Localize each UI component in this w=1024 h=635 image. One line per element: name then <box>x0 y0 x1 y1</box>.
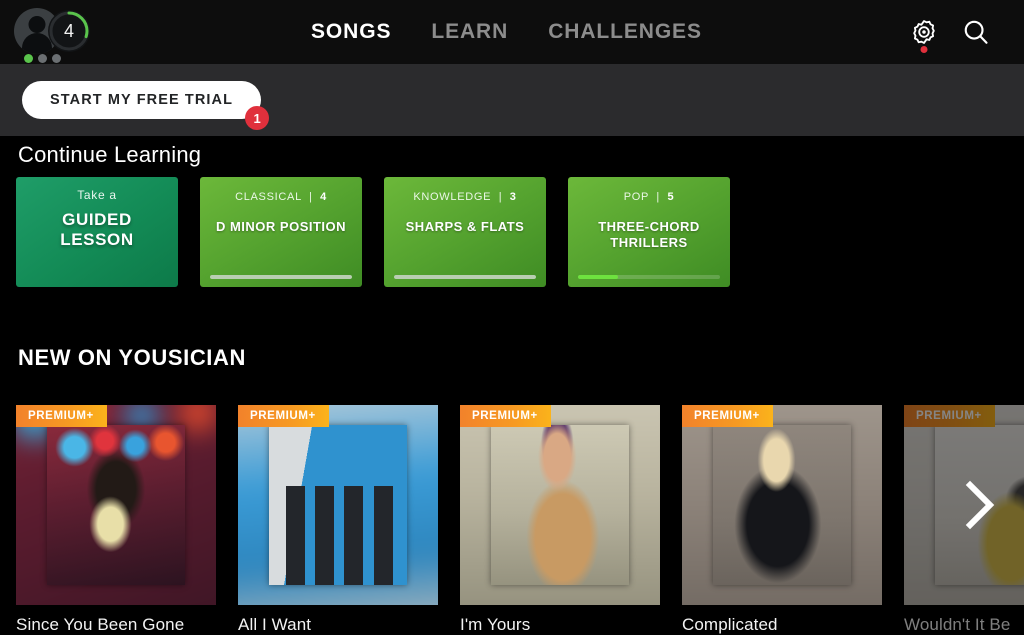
continue-learning-title: Continue Learning <box>18 142 202 167</box>
pop-card-category: POP <box>623 191 649 203</box>
song-artwork-3[interactable]: PREMIUM+ <box>460 405 660 605</box>
continue-card-classical[interactable]: CLASSICAL | 4 D MINOR POSITION <box>200 177 362 287</box>
pop-card-progress <box>578 275 720 279</box>
song-card-2[interactable]: PREMIUM+ All I Want <box>238 405 438 635</box>
new-on-yousician-title: NEW ON YOUSICIAN <box>18 345 246 370</box>
free-trial-button-wrap: START MY FREE TRIAL 1 <box>22 81 270 130</box>
nav-tab-learn[interactable]: LEARN <box>431 20 508 44</box>
classical-card-divider: | <box>305 191 317 203</box>
pop-card-header: POP | 5 <box>624 191 675 203</box>
avatar-head-shape <box>28 16 46 33</box>
song-artwork-photo-3 <box>491 425 629 585</box>
pop-card-count: 5 <box>667 191 675 203</box>
new-on-yousician-row: PREMIUM+ Since You Been Gone PREMIUM+ Al… <box>16 405 1024 635</box>
knowledge-card-header: KNOWLEDGE | 3 <box>413 191 516 203</box>
knowledge-card-progress <box>394 275 536 279</box>
search-icon <box>964 20 988 44</box>
knowledge-card-divider: | <box>494 191 507 203</box>
pop-card-divider: | <box>652 191 664 203</box>
song-card-1[interactable]: PREMIUM+ Since You Been Gone <box>16 405 216 635</box>
knowledge-card-category: KNOWLEDGE <box>413 191 492 203</box>
song-artwork-2[interactable]: PREMIUM+ <box>238 405 438 605</box>
level-number: 4 <box>63 20 74 41</box>
streak-dot-3 <box>52 54 61 63</box>
streak-dot-1 <box>24 54 33 63</box>
premium-badge-1: PREMIUM+ <box>16 405 107 427</box>
settings-button[interactable] <box>898 6 950 58</box>
song-artwork-photo-4 <box>713 425 851 585</box>
trial-badge-count: 1 <box>245 106 270 130</box>
nav-tab-challenges[interactable]: CHALLENGES <box>548 20 702 44</box>
streak-dots <box>24 54 61 63</box>
classical-card-progress <box>210 275 352 279</box>
song-card-4[interactable]: PREMIUM+ Complicated <box>682 405 882 635</box>
song-card-3[interactable]: PREMIUM+ I'm Yours <box>460 405 660 635</box>
knowledge-card-name: SHARPS & FLATS <box>405 219 525 234</box>
continue-learning-row: Take a GUIDED LESSON CLASSICAL | 4 D MINO… <box>16 177 730 287</box>
continue-card-knowledge[interactable]: KNOWLEDGE | 3 SHARPS & FLATS <box>384 177 546 287</box>
settings-notification-dot <box>920 46 928 53</box>
pop-card-name: THREE-CHORD THRILLERS <box>598 219 700 250</box>
song-artwork-4[interactable]: PREMIUM+ <box>682 405 882 605</box>
chevron-right-icon <box>965 480 995 530</box>
song-title-3: I'm Yours <box>460 615 531 634</box>
search-button[interactable] <box>950 6 1002 58</box>
nav-icon-group <box>898 0 1002 64</box>
gear-icon <box>913 20 935 44</box>
classical-card-count: 4 <box>320 191 327 203</box>
continue-card-guided-lesson[interactable]: Take a GUIDED LESSON <box>16 177 178 287</box>
song-artwork-1[interactable]: PREMIUM+ <box>16 405 216 605</box>
streak-dot-2 <box>38 54 47 63</box>
level-ring[interactable]: 4 <box>48 10 90 52</box>
song-title-2: All I Want <box>238 615 312 634</box>
carousel-next-button[interactable] <box>944 470 1014 540</box>
classical-card-category: CLASSICAL <box>235 191 302 203</box>
guided-card-prefix: Take a <box>77 188 117 202</box>
premium-badge-5: PREMIUM+ <box>904 405 995 427</box>
start-free-trial-button[interactable]: START MY FREE TRIAL <box>22 81 262 119</box>
song-title-5: Wouldn't It Be <box>904 615 1011 634</box>
premium-badge-3: PREMIUM+ <box>460 405 551 427</box>
song-artwork-photo-1 <box>47 425 185 585</box>
premium-badge-2: PREMIUM+ <box>238 405 329 427</box>
top-navigation-bar: 4 SONGS LEARN CHALLENGES <box>0 0 1024 64</box>
nav-links: SONGS LEARN CHALLENGES <box>311 0 702 64</box>
guided-card-name: GUIDED LESSON <box>60 210 134 249</box>
classical-card-header: CLASSICAL | 4 <box>235 191 327 203</box>
knowledge-card-count: 3 <box>509 191 517 203</box>
song-title-1: Since You Been Gone <box>16 615 185 634</box>
free-trial-banner: START MY FREE TRIAL 1 <box>0 64 1024 136</box>
classical-card-name: D MINOR POSITION <box>215 219 347 234</box>
nav-tab-songs[interactable]: SONGS <box>311 20 391 44</box>
song-title-4: Complicated <box>682 615 778 634</box>
profile-level-widget[interactable]: 4 <box>8 4 108 63</box>
premium-badge-4: PREMIUM+ <box>682 405 773 427</box>
continue-card-pop[interactable]: POP | 5 THREE-CHORD THRILLERS <box>568 177 730 287</box>
song-artwork-photo-2 <box>269 425 407 585</box>
